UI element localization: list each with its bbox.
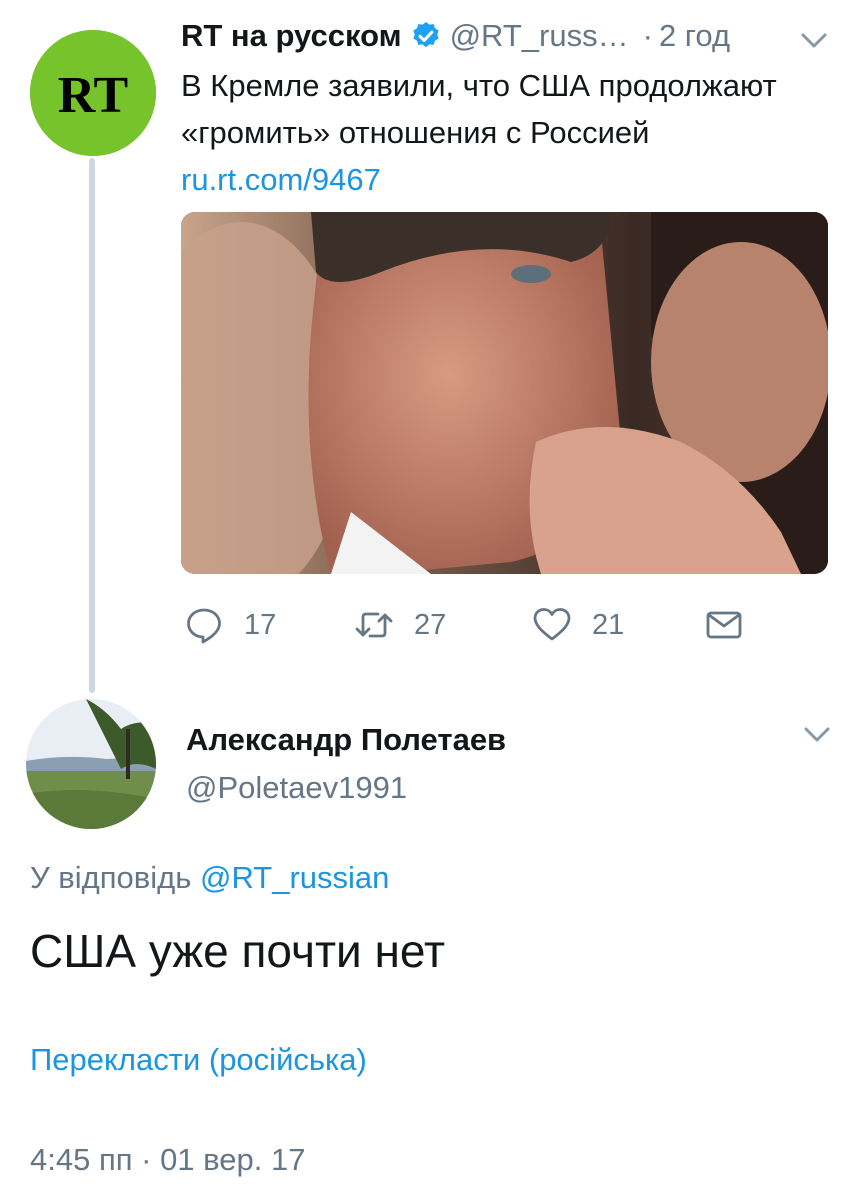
separator-dot: · xyxy=(642,18,653,53)
translate-link[interactable]: Перекласти (російська) xyxy=(30,1042,367,1078)
chevron-down-icon[interactable] xyxy=(800,32,828,50)
reply-author-name[interactable]: Александр Полетаев xyxy=(186,722,506,758)
reply-count: 17 xyxy=(244,608,277,641)
rt-logo-text: RT xyxy=(58,67,128,124)
parent-tweet-header: RT на русском @RT_russ… · 2 год xyxy=(181,14,781,58)
user-avatar[interactable] xyxy=(26,699,156,829)
photo-man-thinking xyxy=(181,212,828,574)
like-button[interactable]: 21 xyxy=(532,600,624,650)
reply-tweet-text: США уже почти нет xyxy=(30,925,446,977)
parent-tweet-text: В Кремле заявили, что США продолжают «гр… xyxy=(181,62,821,203)
tweet-time[interactable]: 2 год xyxy=(659,18,730,54)
heart-icon xyxy=(533,608,571,641)
reply-button[interactable]: 17 xyxy=(184,600,276,650)
tweet-body: В Кремле заявили, что США продолжают «гр… xyxy=(181,68,777,150)
reply-to-line: У відповідь @RT_russian xyxy=(30,860,389,896)
retweet-icon xyxy=(355,612,393,638)
avatar-landscape-photo xyxy=(26,699,156,829)
tweet-link[interactable]: ru.rt.com/9467 xyxy=(181,162,381,197)
envelope-icon xyxy=(706,611,742,639)
retweet-count: 27 xyxy=(414,608,447,641)
retweet-button[interactable]: 27 xyxy=(354,600,446,650)
rt-avatar[interactable]: RT xyxy=(30,30,156,156)
direct-message-button[interactable] xyxy=(704,600,744,650)
author-name[interactable]: RT на русском xyxy=(181,18,402,54)
rt-logo: RT xyxy=(30,30,156,156)
thread-line xyxy=(89,158,95,693)
tweet-photo[interactable] xyxy=(181,212,828,574)
tweet-actions: 17 27 21 xyxy=(184,600,764,650)
chevron-down-icon[interactable] xyxy=(803,726,831,744)
verified-badge-icon xyxy=(412,22,439,48)
reply-timestamp[interactable]: 4:45 пп · 01 вер. 17 xyxy=(30,1142,305,1178)
reply-author-handle[interactable]: @Poletaev1991 xyxy=(186,770,407,806)
like-count: 21 xyxy=(592,608,625,641)
author-handle[interactable]: @RT_russ… xyxy=(450,18,629,54)
reply-to-handle[interactable]: @RT_russian xyxy=(200,860,389,895)
reply-icon xyxy=(187,608,221,644)
reply-to-prefix: У відповідь xyxy=(30,860,192,895)
